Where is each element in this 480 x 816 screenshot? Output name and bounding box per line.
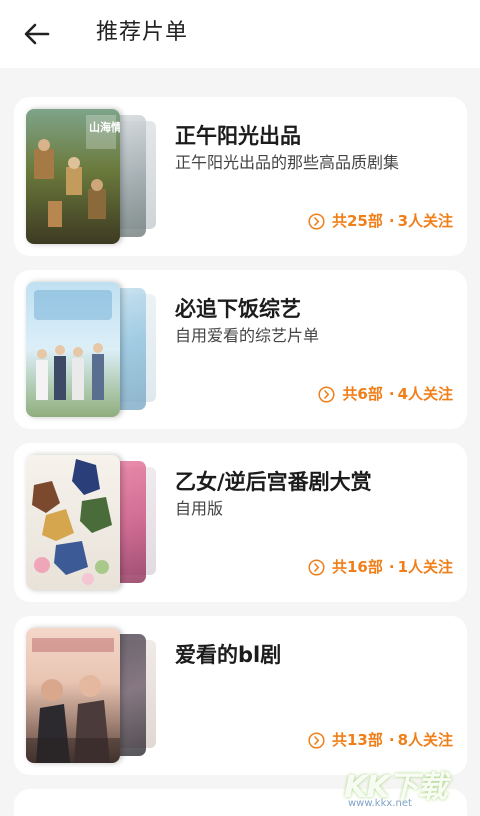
playlist-list: 山海情 正午阳光出品 正午阳光出品的那些高品质剧集 共25部 · 3人关注 必追… [14, 97, 467, 816]
playlist-description: 自用爱看的综艺片单 [175, 326, 320, 345]
playlist-title: 正午阳光出品 [175, 124, 301, 148]
chevron-circle-right-icon [308, 731, 325, 749]
chevron-circle-right-icon [318, 385, 335, 403]
playlist-card[interactable]: 山海情 正午阳光出品 正午阳光出品的那些高品质剧集 共25部 · 3人关注 [14, 97, 467, 256]
playlist-card[interactable]: 必追下饭综艺 自用爱看的综艺片单 共6部 · 4人关注 [14, 270, 467, 429]
meta-separator: · [388, 212, 395, 230]
playlist-card[interactable] [14, 789, 467, 816]
meta-separator: · [388, 731, 395, 749]
cover-image: 山海情 [26, 109, 120, 244]
playlist-meta: 共25部 · 3人关注 [308, 211, 453, 231]
follower-count: 3人关注 [397, 212, 453, 230]
meta-separator: · [388, 385, 395, 403]
app-header: 推荐片单 [0, 0, 480, 68]
episode-count: 共25部 [331, 212, 383, 230]
cover-image [26, 628, 120, 763]
cover-image [26, 282, 120, 417]
playlist-meta: 共13部 · 8人关注 [308, 730, 453, 750]
follower-count: 4人关注 [397, 385, 453, 403]
playlist-meta: 共6部 · 4人关注 [318, 384, 453, 404]
back-button[interactable] [20, 18, 54, 50]
chevron-circle-right-icon [308, 558, 325, 576]
episode-count: 共13部 [331, 731, 383, 749]
cover-title-text: 山海情 [89, 120, 120, 134]
playlist-card[interactable]: 爱看的bl剧 共13部 · 8人关注 [14, 616, 467, 775]
playlist-title: 乙女/逆后宫番剧大赏 [175, 470, 372, 494]
playlist-meta: 共16部 · 1人关注 [308, 557, 453, 577]
arrow-left-icon [24, 23, 50, 45]
episode-count: 共16部 [331, 558, 383, 576]
follower-count: 8人关注 [397, 731, 453, 749]
cover-stack [26, 455, 160, 590]
cover-image [26, 455, 120, 590]
playlist-title: 爱看的bl剧 [175, 643, 282, 667]
playlist-title: 必追下饭综艺 [175, 297, 301, 321]
page-title: 推荐片单 [96, 20, 189, 45]
playlist-description: 自用版 [175, 499, 224, 518]
cover-stack [26, 628, 160, 763]
cover-stack: 山海情 [26, 109, 160, 244]
playlist-card[interactable]: 乙女/逆后宫番剧大赏 自用版 共16部 · 1人关注 [14, 443, 467, 602]
chevron-circle-right-icon [308, 212, 325, 230]
follower-count: 1人关注 [397, 558, 453, 576]
playlist-description: 正午阳光出品的那些高品质剧集 [175, 153, 400, 172]
meta-separator: · [388, 558, 395, 576]
episode-count: 共6部 [342, 385, 383, 403]
cover-stack [26, 282, 160, 417]
